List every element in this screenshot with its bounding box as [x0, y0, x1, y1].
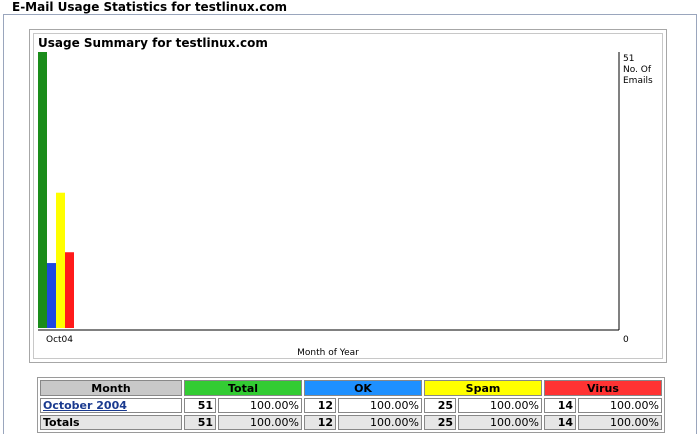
totals-virus-count: 14 [544, 415, 576, 430]
usage-table: Month Total OK Spam Virus October 2004 5… [37, 377, 665, 433]
spam-percent: 100.00% [458, 398, 542, 413]
y-axis-label-line-1: No. Of [623, 65, 652, 75]
x-tick-label: Oct04 [46, 335, 73, 345]
header-ok: OK [304, 380, 422, 396]
y-max-label: 51 [623, 54, 634, 64]
totals-total-count: 51 [184, 415, 216, 430]
x-axis-label: Month of Year [297, 348, 359, 358]
bar-ok-oct04 [47, 263, 56, 328]
ok-count: 12 [304, 398, 336, 413]
usage-chart: Usage Summary for testlinux.com 51 No. O… [38, 36, 653, 358]
total-percent: 100.00% [218, 398, 302, 413]
table-header-row: Month Total OK Spam Virus [40, 380, 662, 396]
totals-label: Totals [40, 415, 182, 430]
month-cell: October 2004 [40, 398, 182, 413]
header-month: Month [40, 380, 182, 396]
y-min-label: 0 [623, 335, 629, 345]
chart-title: Usage Summary for testlinux.com [38, 36, 268, 50]
total-count: 51 [184, 398, 216, 413]
totals-spam-count: 25 [424, 415, 456, 430]
spam-count: 25 [424, 398, 456, 413]
totals-virus-percent: 100.00% [578, 415, 662, 430]
totals-ok-percent: 100.00% [338, 415, 422, 430]
chart-marks [38, 52, 74, 328]
bar-spam-oct04 [56, 192, 65, 328]
header-total: Total [184, 380, 302, 396]
bar-total-oct04 [38, 52, 47, 328]
virus-percent: 100.00% [578, 398, 662, 413]
month-link-october-2004[interactable]: October 2004 [43, 399, 127, 412]
totals-ok-count: 12 [304, 415, 336, 430]
header-spam: Spam [424, 380, 542, 396]
table-row: October 2004 51 100.00% 12 100.00% 25 10… [40, 398, 662, 413]
y-axis-label-line-2: Emails [623, 76, 653, 86]
totals-row: Totals 51 100.00% 12 100.00% 25 100.00% … [40, 415, 662, 430]
bar-virus-oct04 [65, 252, 74, 328]
totals-spam-percent: 100.00% [458, 415, 542, 430]
header-virus: Virus [544, 380, 662, 396]
totals-total-percent: 100.00% [218, 415, 302, 430]
ok-percent: 100.00% [338, 398, 422, 413]
virus-count: 14 [544, 398, 576, 413]
